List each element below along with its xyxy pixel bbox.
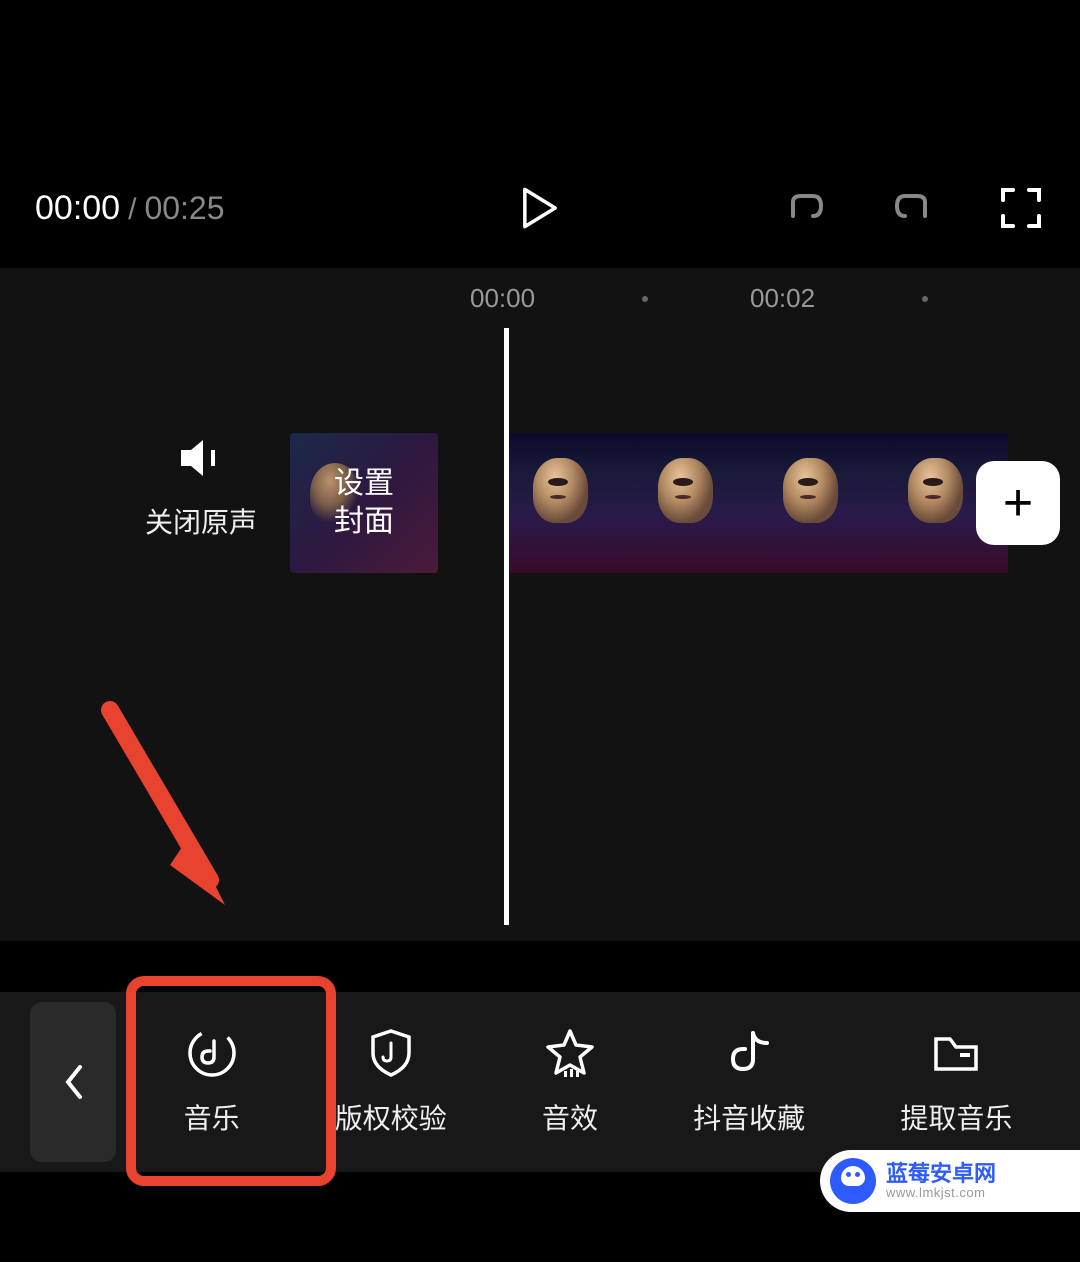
- mute-label: 关闭原声: [145, 501, 257, 541]
- watermark-url: www.lmkjst.com: [886, 1186, 996, 1200]
- back-button[interactable]: [30, 1002, 116, 1162]
- watermark-title: 蓝莓安卓网: [886, 1162, 996, 1186]
- play-icon: [522, 187, 558, 229]
- chevron-left-icon: [62, 1063, 84, 1101]
- add-clip-button[interactable]: +: [976, 461, 1060, 545]
- clip-frame: [758, 433, 883, 573]
- watermark: 蓝莓安卓网 www.lmkjst.com: [820, 1150, 1080, 1212]
- playhead[interactable]: [504, 328, 509, 925]
- time-display: 00:00 / 00:25: [35, 189, 225, 228]
- extract-music-button[interactable]: 提取音乐: [900, 1027, 1012, 1137]
- fullscreen-icon: [999, 186, 1043, 230]
- current-time: 00:00: [35, 189, 120, 228]
- tool-label: 音效: [542, 1097, 598, 1137]
- music-button[interactable]: 音乐: [184, 1027, 240, 1137]
- video-preview[interactable]: 00:00 / 00:25: [0, 0, 1080, 268]
- bottom-toolbar: 音乐 版权校验 音效 抖音收藏 提取音乐: [0, 992, 1080, 1172]
- tiktok-icon: [723, 1027, 775, 1079]
- undo-icon: [783, 186, 827, 230]
- music-icon: [186, 1027, 238, 1079]
- fullscreen-button[interactable]: [997, 184, 1045, 232]
- copyright-check-button[interactable]: 版权校验: [335, 1027, 447, 1137]
- cover-label: 设置封面: [334, 465, 394, 541]
- ruler: 00:00 00:02: [0, 268, 1080, 328]
- speaker-icon: [177, 438, 225, 478]
- tool-label: 提取音乐: [900, 1097, 1012, 1137]
- clip-frame: [633, 433, 758, 573]
- douyin-favorites-button[interactable]: 抖音收藏: [693, 1027, 805, 1137]
- mute-original-button[interactable]: 关闭原声: [145, 438, 257, 541]
- video-clip[interactable]: [508, 433, 1008, 573]
- ruler-dot: [642, 296, 648, 302]
- sound-effect-button[interactable]: 音效: [542, 1027, 598, 1137]
- redo-icon: [891, 186, 935, 230]
- time-separator: /: [128, 193, 136, 227]
- undo-button[interactable]: [781, 184, 829, 232]
- play-button[interactable]: [516, 184, 564, 232]
- redo-button[interactable]: [889, 184, 937, 232]
- tool-label: 版权校验: [335, 1097, 447, 1137]
- plus-icon: +: [1003, 477, 1033, 529]
- ruler-mark: 00:00: [470, 283, 535, 314]
- timeline[interactable]: 00:00 00:02 关闭原声 设置封面 +: [0, 268, 1080, 941]
- player-controls: 00:00 / 00:25: [0, 178, 1080, 238]
- star-icon: [544, 1027, 596, 1079]
- total-time: 00:25: [144, 190, 224, 227]
- ruler-dot: [922, 296, 928, 302]
- set-cover-button[interactable]: 设置封面: [290, 433, 438, 573]
- ruler-mark: 00:02: [750, 283, 815, 314]
- clip-frame: [508, 433, 633, 573]
- tool-label: 音乐: [184, 1097, 240, 1137]
- tracks[interactable]: 关闭原声 设置封面 +: [0, 328, 1080, 888]
- shield-icon: [365, 1027, 417, 1079]
- watermark-logo-icon: [830, 1158, 876, 1204]
- folder-icon: [930, 1027, 982, 1079]
- tool-label: 抖音收藏: [693, 1097, 805, 1137]
